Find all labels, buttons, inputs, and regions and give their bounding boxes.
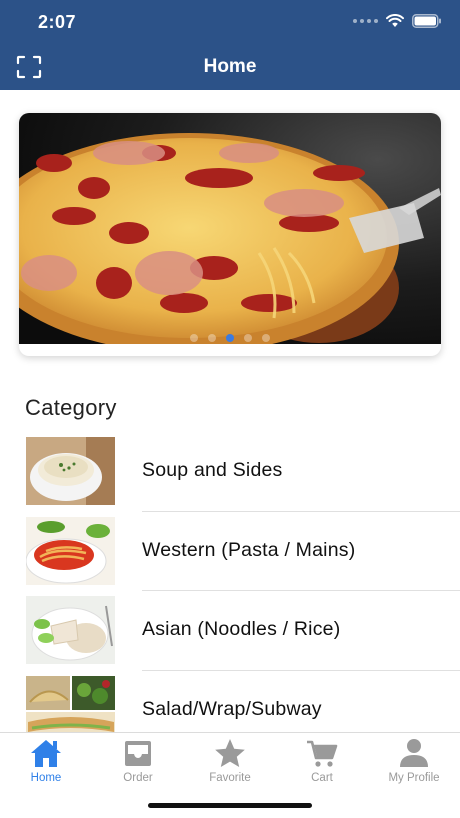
banner-carousel[interactable] xyxy=(19,113,441,356)
app-header: 2:07 Home xyxy=(0,0,460,90)
cart-icon xyxy=(307,740,338,767)
home-icon xyxy=(31,740,61,767)
category-heading: Category xyxy=(25,395,117,420)
tab-label: Order xyxy=(123,772,153,784)
tab-label: My Profile xyxy=(388,772,440,784)
category-label: Soup and Sides xyxy=(142,459,283,481)
category-list: Soup and Sides Western (Pasta / Mains) A… xyxy=(0,432,460,750)
tab-label: Cart xyxy=(311,772,333,784)
category-label: Western (Pasta / Mains) xyxy=(142,538,356,561)
status-indicators xyxy=(353,14,442,28)
wifi-icon xyxy=(386,14,404,27)
tab-label: Favorite xyxy=(209,772,251,784)
carousel-pager xyxy=(19,334,441,342)
tab-label: Home xyxy=(30,772,62,784)
tab-home[interactable]: Home xyxy=(0,737,92,784)
category-label: Asian (Noodles / Rice) xyxy=(142,618,341,640)
pager-dot xyxy=(190,334,198,342)
star-icon xyxy=(215,739,245,767)
pizza-banner-image xyxy=(19,113,441,344)
category-item-asian[interactable]: Asian (Noodles / Rice) xyxy=(0,591,460,671)
tab-my-profile[interactable]: My Profile xyxy=(368,737,460,784)
pager-dot xyxy=(244,334,252,342)
home-indicator xyxy=(148,803,312,808)
pager-dot-active xyxy=(226,334,234,342)
pager-dot xyxy=(208,334,216,342)
tab-cart[interactable]: Cart xyxy=(276,737,368,784)
category-item-soup[interactable]: Soup and Sides xyxy=(0,432,460,512)
status-time: 2:07 xyxy=(38,12,77,32)
soup-thumbnail xyxy=(26,437,115,505)
pasta-thumbnail xyxy=(26,516,115,585)
category-label: Salad/Wrap/Subway xyxy=(142,697,322,720)
inbox-icon xyxy=(125,741,151,766)
signal-icon xyxy=(353,19,378,23)
page-title: Home xyxy=(203,56,257,77)
category-item-western[interactable]: Western (Pasta / Mains) xyxy=(0,512,460,591)
pager-dot xyxy=(262,334,270,342)
person-icon xyxy=(400,739,428,767)
tab-favorite[interactable]: Favorite xyxy=(184,737,276,784)
tab-order[interactable]: Order xyxy=(92,737,184,784)
battery-icon xyxy=(412,14,441,28)
rice-thumbnail xyxy=(26,596,115,664)
